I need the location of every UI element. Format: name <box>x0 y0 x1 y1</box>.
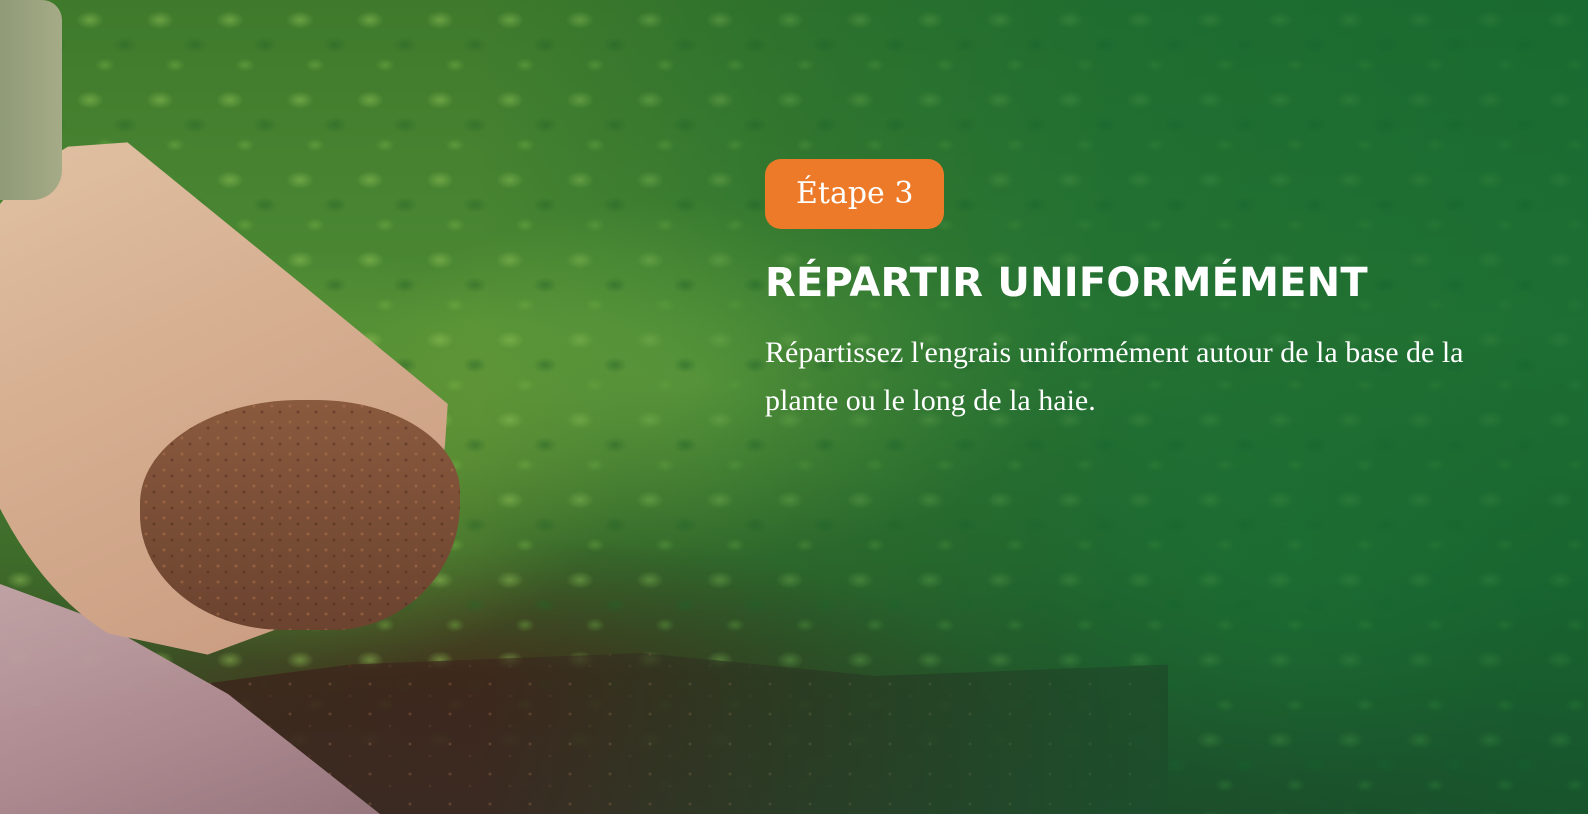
step-description: Répartissez l'engrais uniformément autou… <box>765 336 1464 417</box>
step-title: RÉPARTIR UNIFORMÉMENT <box>765 260 1368 306</box>
hero-content: Étape 3 RÉPARTIR UNIFORMÉMENT Répartisse… <box>765 159 1485 425</box>
hero-section: Étape 3 RÉPARTIR UNIFORMÉMENT Répartisse… <box>0 0 1588 814</box>
step-badge: Étape 3 <box>765 159 945 229</box>
